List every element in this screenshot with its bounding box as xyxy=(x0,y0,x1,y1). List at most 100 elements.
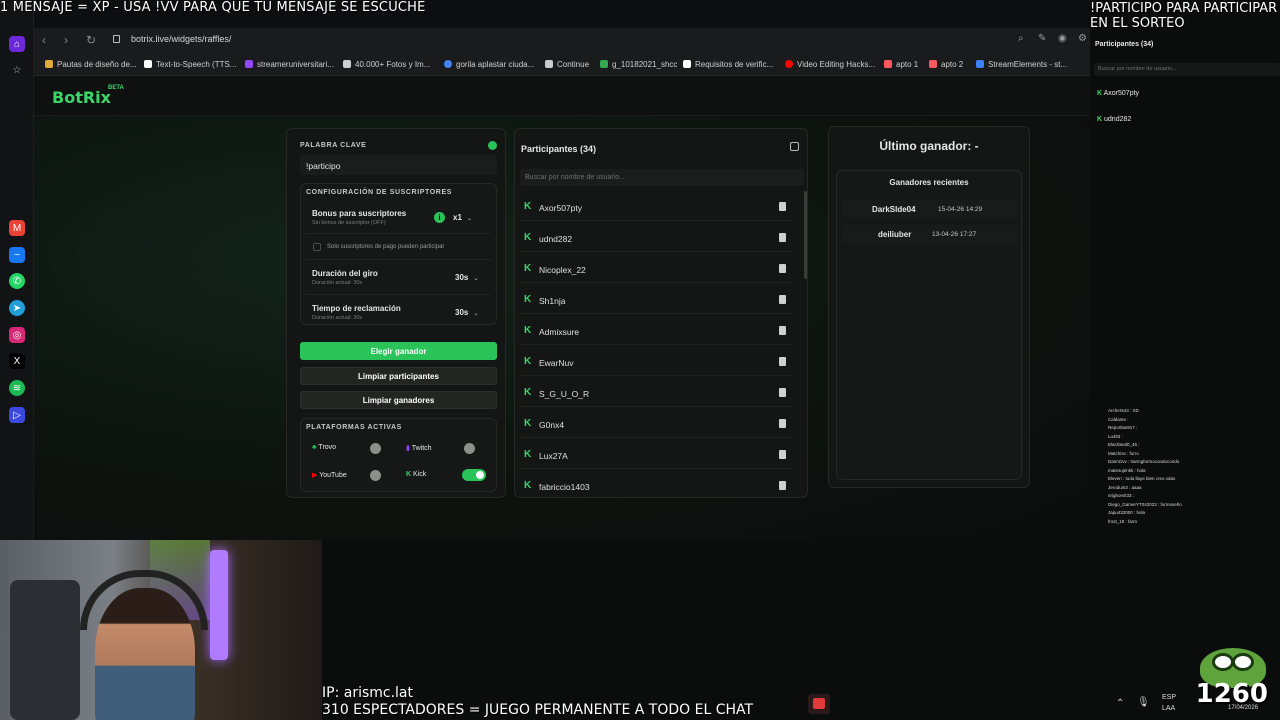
participant-row[interactable]: K G0nx4 xyxy=(520,410,794,438)
participant-row[interactable]: K Lux27A xyxy=(520,441,794,469)
player-icon[interactable]: ▷ xyxy=(9,407,25,423)
bookmark-item[interactable]: streameruniversitari... xyxy=(245,60,334,69)
spin-select[interactable]: 30s ⌄ xyxy=(455,273,478,282)
overlay-ip: IP: arismc.lat xyxy=(322,685,413,701)
overlay-participants-widget: Participantes (34) Buscar por nombre de … xyxy=(1090,36,1280,136)
trash-icon[interactable] xyxy=(779,202,786,211)
telegram-icon[interactable]: ➤ xyxy=(9,300,25,316)
chat-message: Japu432000 : hola xyxy=(1108,510,1146,515)
participant-name: udnd282 xyxy=(539,234,573,244)
page: BotRix BETA PALABRA CLAVE !participo CON… xyxy=(34,76,1090,540)
bookmark-item[interactable]: gorila aplastar ciuda... xyxy=(444,60,534,69)
trash-icon[interactable] xyxy=(779,481,786,490)
claim-select[interactable]: 30s ⌄ xyxy=(455,308,478,317)
bookmark-item[interactable]: Pautas de diseño de... xyxy=(45,60,137,69)
winner-row: deiliuber 13-04-26 17:27 xyxy=(842,225,1018,243)
participant-row[interactable]: K Nicoplex_22 xyxy=(520,255,794,283)
instagram-icon[interactable]: ◎ xyxy=(9,327,25,343)
platform-youtube[interactable]: ▶ YouTube xyxy=(312,471,347,479)
paid-only-checkbox[interactable] xyxy=(313,243,321,251)
app-logo[interactable]: BotRix xyxy=(52,88,111,107)
chevron-up-icon[interactable]: ⌃ xyxy=(1116,698,1124,709)
trash-icon[interactable] xyxy=(779,388,786,397)
x-icon[interactable]: X xyxy=(9,353,25,369)
microphone-icon[interactable]: 🎙 xyxy=(1137,697,1150,708)
bookmark-item[interactable]: 40.000+ Fotos y Im... xyxy=(343,60,430,69)
kick-icon: K xyxy=(524,356,532,367)
trash-icon[interactable] xyxy=(779,357,786,366)
keyword-input[interactable]: !participo xyxy=(300,155,497,175)
taskbar-app-icon[interactable] xyxy=(808,694,830,714)
chat-message: Matchiss : forro xyxy=(1108,450,1139,456)
participant-row[interactable]: K S_G_U_O_R xyxy=(520,379,794,407)
platform-trovo[interactable]: ♣ Trovo xyxy=(312,444,336,451)
whatsapp-icon[interactable]: ✆ xyxy=(9,273,25,289)
clear-participants-button[interactable]: Limpiar participantes xyxy=(300,367,497,385)
bonus-info-icon[interactable]: i xyxy=(434,212,445,223)
participant-row[interactable]: K Sh1nja xyxy=(520,286,794,314)
trash-icon[interactable] xyxy=(779,264,786,273)
platform-twitch[interactable]: ▮ Twitch xyxy=(406,444,432,452)
trash-icon[interactable] xyxy=(779,295,786,304)
bookmark-label: apto 2 xyxy=(941,60,964,69)
google-icon xyxy=(444,60,452,68)
bonus-label: Bonus para suscriptores xyxy=(312,209,407,218)
info-icon[interactable] xyxy=(488,141,497,150)
platform-label: Trovo xyxy=(318,444,337,451)
edit-icon[interactable]: ✎ xyxy=(1038,33,1046,44)
url-field[interactable]: botrix.live/widgets/raffles/ xyxy=(131,34,231,44)
forward-icon[interactable]: › xyxy=(64,33,68,47)
participants-search[interactable]: Buscar por nombre de usuario... xyxy=(520,169,804,186)
bookmark-item[interactable]: Continue xyxy=(545,60,589,69)
trash-icon[interactable] xyxy=(779,419,786,428)
copy-icon[interactable] xyxy=(790,142,799,151)
back-icon[interactable]: ‹ xyxy=(42,33,46,47)
star-icon[interactable]: ☆ xyxy=(9,62,25,78)
region-code[interactable]: LAA xyxy=(1162,705,1175,712)
bonus-select[interactable]: x1 ⌄ xyxy=(453,213,472,222)
trash-icon[interactable] xyxy=(779,450,786,459)
bookmark-item[interactable]: Video Editing Hacks... xyxy=(785,60,875,69)
participant-row[interactable]: K Axor507pty xyxy=(520,193,794,221)
bookmark-item[interactable]: apto 2 xyxy=(929,60,963,69)
scrollbar[interactable] xyxy=(804,191,807,279)
camera-icon[interactable]: ◉ xyxy=(1058,33,1067,44)
bookmark-item[interactable]: Text-to-Speech (TTS... xyxy=(144,60,236,69)
participant-row[interactable]: K EwarNuv xyxy=(520,348,794,376)
trovo-toggle[interactable] xyxy=(370,443,381,454)
messenger-icon[interactable]: ~ xyxy=(9,247,25,263)
trash-icon[interactable] xyxy=(779,233,786,242)
bookmark-item[interactable]: apto 1 xyxy=(884,60,918,69)
bookmark-label: apto 1 xyxy=(896,60,919,69)
browser-sidebar: ⌂ ☆ M ~ ✆ ➤ ◎ X ≋ ▷ xyxy=(0,0,34,540)
overlay-search: Buscar por nombre de usuario... xyxy=(1094,63,1280,76)
bookmark-icon xyxy=(545,60,553,68)
webcam-feed xyxy=(0,540,322,720)
search-placeholder: Buscar por nombre de usuario... xyxy=(525,174,625,181)
participant-row[interactable]: K Admixsure xyxy=(520,317,794,345)
bookmark-item[interactable]: Requisitos de verific... xyxy=(683,60,773,69)
gmail-icon[interactable]: M xyxy=(9,220,25,236)
kick-toggle[interactable] xyxy=(462,469,486,481)
keyword-value: !participo xyxy=(306,161,341,171)
divider xyxy=(306,233,491,234)
search-icon[interactable]: ⌕ xyxy=(1018,33,1024,44)
bookmark-item[interactable]: StreamElements - st... xyxy=(976,60,1067,69)
youtube-toggle[interactable] xyxy=(370,470,381,481)
spotify-icon[interactable]: ≋ xyxy=(9,380,25,396)
language-code[interactable]: ESP xyxy=(1162,694,1176,701)
clear-winners-button[interactable]: Limpiar ganadores xyxy=(300,391,497,409)
settings-icon[interactable]: ⚙ xyxy=(1078,33,1087,44)
pick-winner-button[interactable]: Elegir ganador xyxy=(300,342,497,360)
bookmark-item[interactable]: g_10182021_shcc xyxy=(600,60,677,69)
winner-time: 13-04-26 17:27 xyxy=(932,231,977,238)
trash-icon[interactable] xyxy=(779,326,786,335)
participant-row[interactable]: Kudnd282 xyxy=(520,224,794,252)
participant-row[interactable]: Kfabriccio1403 xyxy=(520,472,794,500)
overlay-participant: K Axor507pty xyxy=(1097,90,1139,97)
platform-kick[interactable]: K Kick xyxy=(406,471,426,478)
home-icon[interactable]: ⌂ xyxy=(9,36,25,52)
twitch-toggle[interactable] xyxy=(464,443,475,454)
overlay-participant: K udnd282 xyxy=(1097,116,1131,123)
reload-icon[interactable]: ↻ xyxy=(86,33,96,47)
